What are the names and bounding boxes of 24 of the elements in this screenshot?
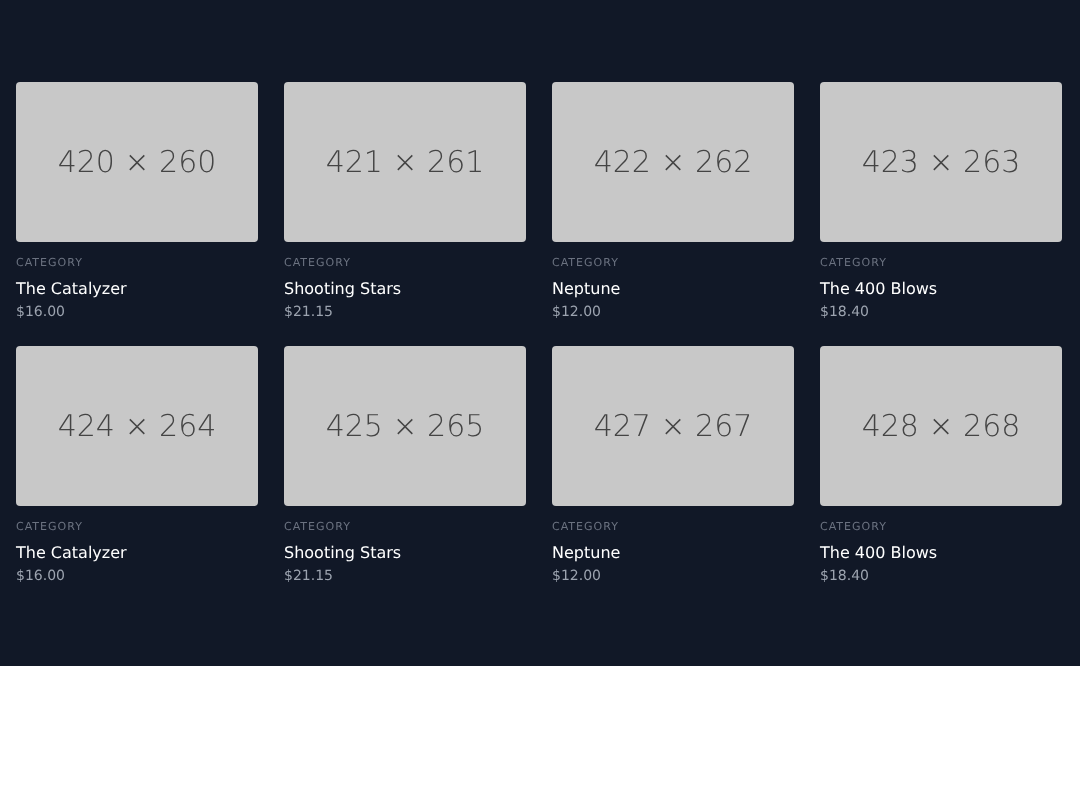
image-placeholder[interactable]: 427 × 267 [552, 346, 794, 506]
image-size-label: 428 × 268 [861, 408, 1021, 444]
image-placeholder[interactable]: 421 × 261 [284, 82, 526, 242]
image-size-label: 421 × 261 [325, 144, 485, 180]
image-size-label: 427 × 267 [593, 408, 753, 444]
product-title[interactable]: The Catalyzer [16, 542, 258, 564]
image-placeholder[interactable]: 420 × 260 [16, 82, 258, 242]
image-size-label: 420 × 260 [57, 144, 217, 180]
image-size-label: 424 × 264 [57, 408, 217, 444]
image-placeholder[interactable]: 428 × 268 [820, 346, 1062, 506]
image-size-label: 422 × 262 [593, 144, 753, 180]
image-placeholder[interactable]: 422 × 262 [552, 82, 794, 242]
image-size-label: 425 × 265 [325, 408, 485, 444]
image-placeholder[interactable]: 425 × 265 [284, 346, 526, 506]
image-placeholder[interactable]: 424 × 264 [16, 346, 258, 506]
product-title[interactable]: The Catalyzer [16, 278, 258, 300]
image-placeholder[interactable]: 423 × 263 [820, 82, 1062, 242]
product-title[interactable]: The 400 Blows [820, 278, 1062, 300]
product-title[interactable]: Shooting Stars [284, 542, 526, 564]
product-title[interactable]: Neptune [552, 542, 794, 564]
product-title[interactable]: Shooting Stars [284, 278, 526, 300]
image-size-label: 423 × 263 [861, 144, 1021, 180]
product-title[interactable]: The 400 Blows [820, 542, 1062, 564]
product-title[interactable]: Neptune [552, 278, 794, 300]
